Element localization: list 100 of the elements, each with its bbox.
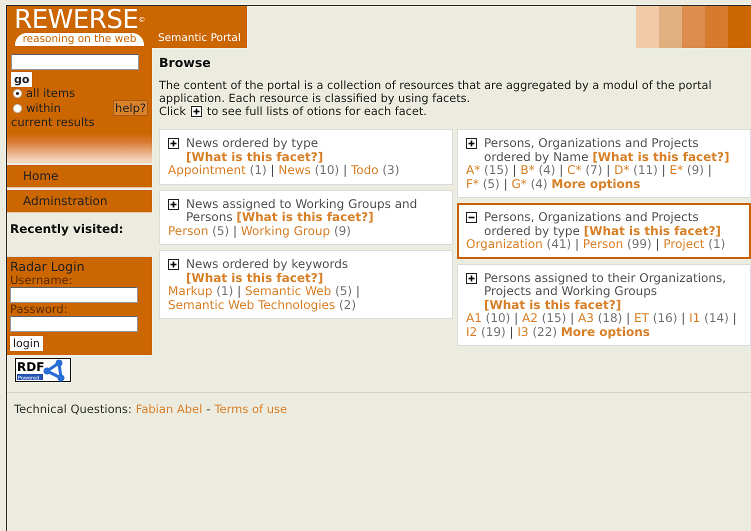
facet-option[interactable]: G* [511, 176, 527, 190]
footer-separator: - [206, 402, 210, 418]
terms-link[interactable]: Terms of use [214, 402, 288, 531]
facet-help-link[interactable]: [What is this facet?] [584, 224, 721, 238]
separator: | [575, 237, 580, 251]
facet-help-link[interactable]: [What is this facet?] [484, 298, 622, 312]
scope-note: current results [11, 116, 96, 129]
facet-option[interactable]: ET [634, 311, 649, 325]
option-count: (16) [652, 311, 678, 325]
option-count: (1) [250, 163, 267, 177]
facet-help-link[interactable]: [What is this facet?] [592, 150, 730, 164]
logo-tagline: reasoning on the web [14, 33, 144, 46]
separator: | [708, 163, 712, 177]
facet-option[interactable]: F* [466, 176, 479, 190]
separator: | [504, 176, 508, 190]
facet-option[interactable]: C* [567, 163, 582, 177]
facet-option[interactable]: E* [670, 163, 684, 177]
plus-icon[interactable] [168, 138, 179, 149]
password-field[interactable] [10, 316, 138, 332]
option-count: (4) [538, 163, 556, 177]
more-options-link[interactable]: More options [560, 324, 650, 338]
option-count: (4) [530, 176, 548, 190]
facet-option[interactable]: Appointment [168, 163, 246, 177]
facet-title: News ordered by keywords [What is this facet?] [186, 258, 350, 285]
option-count: (1) [708, 237, 726, 251]
option-count: (19) [481, 324, 506, 338]
separator: | [509, 324, 514, 338]
login-button[interactable]: login [10, 336, 43, 351]
facet-option[interactable]: A3 [578, 311, 594, 325]
contact-link[interactable]: Fabian Abel [136, 402, 202, 531]
facet-title: Persons, Organizations and Projects ordered by Name [What is this facet?] [484, 137, 730, 164]
facet-option[interactable]: I1 [689, 311, 700, 325]
facet-option[interactable]: A2 [522, 311, 538, 325]
option-count: (2) [339, 298, 356, 312]
portal-tab[interactable]: Semantic Portal [152, 6, 247, 48]
option-count: (14) [704, 311, 729, 325]
option-count: (41) [546, 237, 572, 251]
facet-option[interactable]: Person [582, 237, 624, 251]
facet-option[interactable]: A1 [466, 311, 482, 325]
radio-button[interactable] [13, 89, 22, 98]
option-count: (15) [484, 163, 509, 177]
facet-option[interactable]: A* [466, 163, 480, 177]
footer-label: Technical Questions: [14, 402, 132, 418]
facet-title: Persons assigned to their Organizations, Projects and Working Groups [What is this facet?] [484, 272, 728, 312]
plus-icon[interactable] [168, 259, 179, 270]
option-count: (5) [335, 284, 352, 298]
facet-option[interactable]: Organization [466, 237, 543, 251]
facet-title: News ordered by type [What is this facet?] [186, 137, 324, 164]
option-count: (9) [686, 163, 704, 177]
nav-item[interactable]: Adminstration [7, 190, 152, 213]
go-button[interactable]: go [11, 72, 32, 87]
page-heading: Browse [159, 55, 212, 70]
facet-option[interactable]: Project [663, 237, 704, 251]
facet-option[interactable]: Person [168, 224, 208, 238]
separator: | [512, 163, 517, 177]
search-field[interactable] [11, 54, 139, 70]
facet-help-link[interactable]: [What is this facet?] [186, 150, 324, 164]
option-count: (3) [382, 163, 400, 177]
nav-item[interactable]: Home [7, 165, 152, 188]
separator: | [356, 284, 360, 298]
separator: | [626, 311, 630, 325]
option-count: (99) [627, 237, 652, 251]
facet-option[interactable]: Semantic Web Technologies [168, 298, 336, 312]
separator: | [570, 311, 574, 325]
facet-option[interactable]: B* [520, 163, 535, 177]
facet-option[interactable]: I3 [517, 324, 529, 338]
intro-text: The content of the portal is a collection of resources that are aggregated by a modul of the portal application. Each resource is classified by using facets. [159, 79, 713, 105]
separator: | [237, 284, 242, 298]
separator: | [656, 237, 660, 251]
recently-visited-heading: Recently visited: [9, 221, 124, 238]
facet-option[interactable]: Markup [168, 284, 212, 298]
plus-icon[interactable] [168, 198, 179, 210]
facet-option[interactable]: News [278, 163, 311, 177]
facet-title: Persons, Organizations and Projects ordered by type [What is this facet?] [484, 211, 722, 238]
facet-option[interactable]: Todo [350, 163, 379, 177]
plus-icon[interactable] [466, 272, 477, 284]
plus-icon[interactable] [190, 106, 202, 117]
option-count: (10) [314, 163, 340, 177]
facet-help-link[interactable]: [What is this facet?] [186, 270, 324, 284]
facet-option[interactable]: D* [614, 163, 630, 177]
option-count: (5) [482, 176, 500, 190]
help-button[interactable]: help? [113, 100, 148, 116]
plus-icon[interactable] [466, 138, 477, 149]
separator: | [606, 163, 610, 177]
radio-label: all items [26, 87, 76, 100]
password-label: Password: [10, 303, 69, 316]
facet-option[interactable]: I2 [466, 324, 478, 338]
hint-text: Click [159, 105, 186, 118]
option-count: (5) [212, 224, 230, 238]
facet-option[interactable]: Semantic Web [244, 284, 332, 298]
separator: | [681, 311, 686, 325]
login-title: Radar Login [10, 259, 86, 274]
minus-icon[interactable] [466, 212, 477, 223]
facet-option[interactable]: Working Group [240, 224, 330, 238]
radio-button[interactable] [13, 104, 22, 112]
separator: | [343, 163, 348, 177]
facet-help-link[interactable]: [What is this facet?] [236, 210, 374, 224]
more-options-link[interactable]: More options [551, 176, 640, 190]
option-count: (15) [542, 311, 566, 325]
username-field[interactable] [10, 287, 138, 303]
